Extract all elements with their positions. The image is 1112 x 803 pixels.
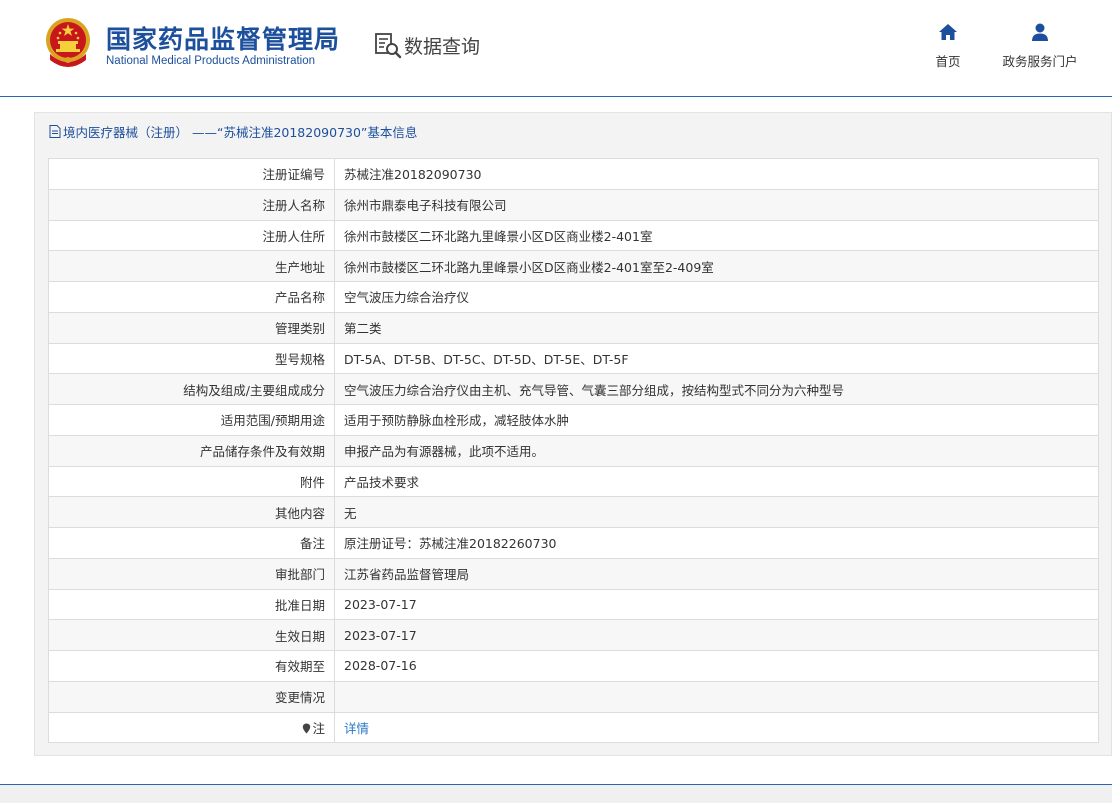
row-value-note: 详情	[334, 711, 1099, 744]
table-row: 有效期至 2028-07-16	[48, 650, 1099, 682]
row-label: 产品名称	[48, 281, 335, 313]
table-row: 产品储存条件及有效期 申报产品为有源器械，此项不适用。	[48, 434, 1099, 467]
panel-title: 境内医疗器械（注册） ——“苏械注准20182090730”基本信息	[49, 122, 417, 141]
table-row: 批准日期 2023-07-17	[48, 588, 1099, 621]
table-row: 注册人名称 徐州市鼎泰电子科技有限公司	[48, 188, 1099, 221]
table-row: 注册证编号 苏械注准20182090730	[48, 158, 1099, 190]
row-label-note: 注	[48, 711, 335, 744]
row-label: 产品储存条件及有效期	[48, 434, 335, 467]
row-value: 徐州市鼓楼区二环北路九里峰景小区D区商业楼2-401室至2-409室	[334, 250, 1099, 282]
user-icon	[1032, 23, 1048, 41]
row-value: 第二类	[334, 311, 1099, 344]
site-logo-title: 国家药品监督管理局	[106, 25, 341, 54]
row-label: 审批部门	[48, 557, 335, 590]
row-label: 型号规格	[48, 342, 335, 375]
table-row-note: 注 详情	[48, 711, 1099, 744]
row-value: 江苏省药品监督管理局	[334, 557, 1099, 590]
data-query-heading: 数据查询	[373, 30, 480, 60]
table-row: 管理类别 第二类	[48, 311, 1099, 344]
national-emblem-icon	[46, 18, 90, 67]
document-search-icon	[375, 33, 402, 59]
table-row: 审批部门 江苏省药品监督管理局	[48, 557, 1099, 590]
row-value: 无	[334, 496, 1099, 528]
table-row: 适用范围/预期用途 适用于预防静脉血栓形成，减轻肢体水肿	[48, 404, 1099, 436]
table-row: 结构及组成/主要组成成分 空气波压力综合治疗仪由主机、充气导管、气囊三部分组成，按…	[48, 373, 1099, 405]
nav-home-label: 首页	[935, 54, 961, 69]
home-icon	[939, 24, 957, 40]
table-row: 注册人住所 徐州市鼓楼区二环北路九里峰景小区D区商业楼2-401室	[48, 219, 1099, 252]
row-value: 原注册证号：苏械注准20182260730	[334, 527, 1099, 559]
table-row: 变更情况	[48, 680, 1099, 713]
row-value: 申报产品为有源器械，此项不适用。	[334, 434, 1099, 467]
row-label: 批准日期	[48, 588, 335, 621]
table-row: 产品名称 空气波压力综合治疗仪	[48, 281, 1099, 313]
row-value: 苏械注准20182090730	[334, 158, 1099, 190]
info-table: 注册证编号 苏械注准20182090730 注册人名称 徐州市鼎泰电子科技有限公司 注册…	[48, 158, 1099, 744]
nav-service-portal-label: 政务服务门户	[1002, 54, 1078, 69]
row-label: 结构及组成/主要组成成分	[48, 373, 335, 405]
detail-panel: 境内医疗器械（注册） ——“苏械注准20182090730”基本信息 注册证编号…	[34, 112, 1112, 756]
site-header: 国家药品监督管理局 National Medical Products Admi…	[0, 0, 1112, 96]
row-label: 生效日期	[48, 619, 335, 651]
row-label: 变更情况	[48, 680, 335, 713]
footer	[0, 785, 1112, 803]
row-label: 注册人住所	[48, 219, 335, 252]
table-row: 备注 原注册证号：苏械注准20182260730	[48, 527, 1099, 559]
row-label: 有效期至	[48, 650, 335, 682]
table-row: 生效日期 2023-07-17	[48, 619, 1099, 651]
document-icon	[49, 125, 61, 138]
row-label: 管理类别	[48, 311, 335, 344]
row-value: 空气波压力综合治疗仪由主机、充气导管、气囊三部分组成，按结构型式不同分为六种型号	[334, 373, 1099, 405]
nav-service-portal[interactable]: 政务服务门户	[998, 22, 1082, 70]
row-label: 生产地址	[48, 250, 335, 282]
details-link[interactable]: 详情	[344, 721, 369, 736]
nav-home[interactable]: 首页	[930, 22, 966, 70]
row-label: 注册证编号	[48, 158, 335, 190]
row-value: 2028-07-16	[334, 650, 1099, 682]
row-value: 徐州市鼎泰电子科技有限公司	[334, 188, 1099, 221]
map-pin-icon	[303, 723, 311, 734]
row-value: 2023-07-17	[334, 588, 1099, 621]
table-row: 附件 产品技术要求	[48, 465, 1099, 498]
note-label: 注	[312, 720, 325, 736]
row-value: 产品技术要求	[334, 465, 1099, 498]
row-value	[334, 680, 1099, 713]
table-row: 其他内容无	[48, 496, 1099, 528]
row-label: 备注	[48, 527, 335, 559]
table-row: 型号规格 DT-5A、DT-5B、DT-5C、DT-5D、DT-5E、DT-5F	[48, 342, 1099, 375]
row-label: 适用范围/预期用途	[48, 404, 335, 436]
row-value: 空气波压力综合治疗仪	[334, 281, 1099, 313]
panel-title-text: 境内医疗器械（注册） ——“苏械注准20182090730”基本信息	[63, 125, 418, 140]
data-query-label: 数据查询	[404, 35, 481, 58]
row-value: 徐州市鼓楼区二环北路九里峰景小区D区商业楼2-401室	[334, 219, 1099, 252]
header-divider	[0, 96, 1112, 97]
row-value: DT-5A、DT-5B、DT-5C、DT-5D、DT-5E、DT-5F	[334, 342, 1099, 375]
row-label: 其他内容	[48, 496, 335, 528]
table-row: 生产地址 徐州市鼓楼区二环北路九里峰景小区D区商业楼2-401室至2-409室	[48, 250, 1099, 282]
site-logo-subtitle: National Medical Products Administration	[106, 55, 316, 67]
row-label: 注册人名称	[48, 188, 335, 221]
row-value: 适用于预防静脉血栓形成，减轻肢体水肿	[334, 404, 1099, 436]
row-label: 附件	[48, 465, 335, 498]
row-value: 2023-07-17	[334, 619, 1099, 651]
